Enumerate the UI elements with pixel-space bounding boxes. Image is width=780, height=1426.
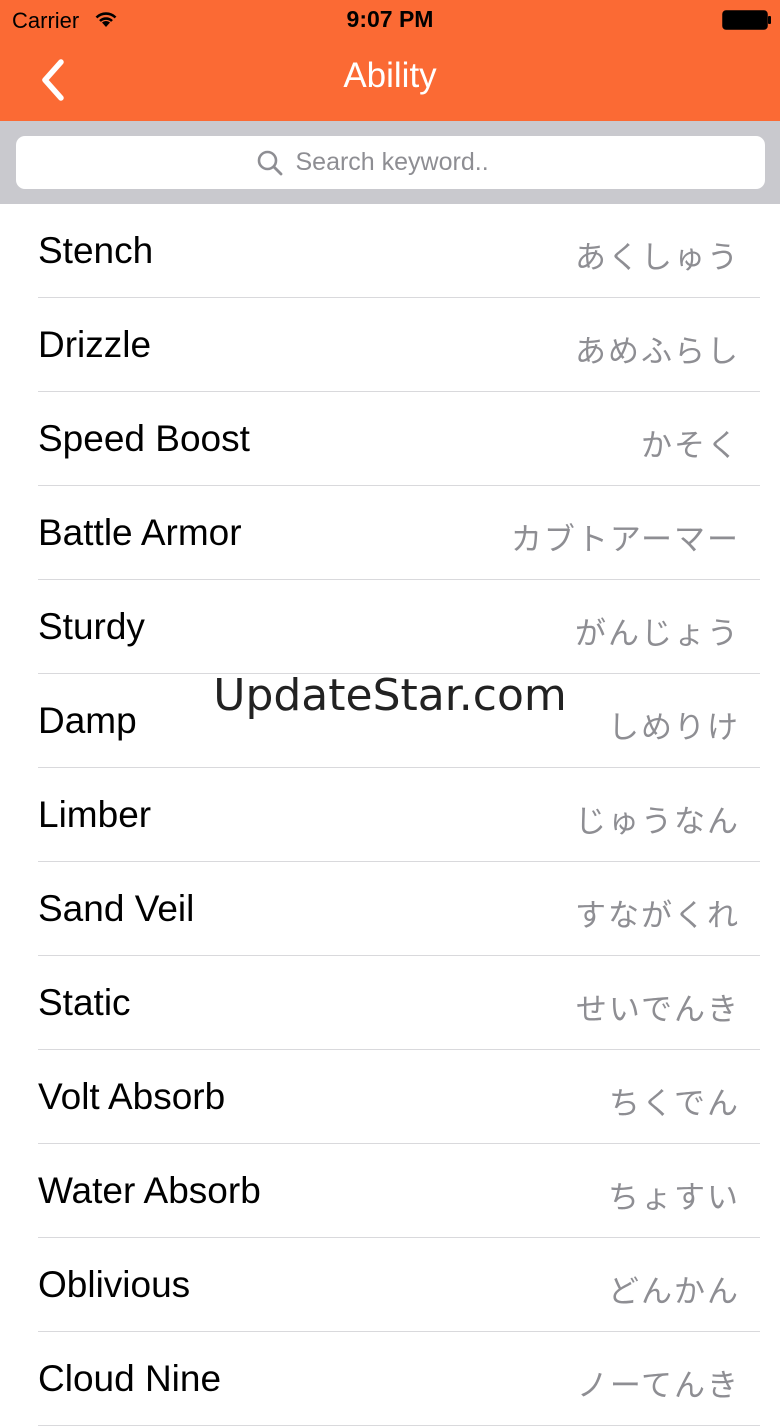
ability-name: Stench bbox=[38, 230, 154, 271]
ability-list: Stench あくしゅう Drizzle あめふらし Speed Boost か… bbox=[0, 204, 780, 1426]
ability-name: Water Absorb bbox=[38, 1170, 261, 1211]
search-icon bbox=[257, 150, 282, 175]
list-item[interactable]: Water Absorb ちょすい bbox=[0, 1144, 780, 1238]
list-item[interactable]: Sturdy がんじょう bbox=[0, 580, 780, 674]
nav-bar: Ability bbox=[0, 40, 780, 121]
header: Carrier 9:07 PM Ability bbox=[0, 0, 780, 121]
ability-kana: どんかん bbox=[608, 1274, 740, 1310]
ability-kana: あくしゅう bbox=[575, 240, 740, 276]
ability-name: Battle Armor bbox=[38, 512, 242, 553]
ability-name: Limber bbox=[38, 794, 152, 835]
ability-name: Sturdy bbox=[38, 606, 145, 647]
ability-kana: ちょすい bbox=[608, 1180, 740, 1216]
status-time: 9:07 PM bbox=[346, 6, 434, 32]
search-input[interactable] bbox=[295, 148, 526, 177]
ability-kana: がんじょう bbox=[575, 616, 740, 652]
ability-name: Oblivious bbox=[38, 1264, 191, 1305]
ability-name: Volt Absorb bbox=[38, 1076, 226, 1117]
status-bar: Carrier 9:07 PM bbox=[0, 0, 780, 40]
ability-kana: ちくでん bbox=[608, 1086, 740, 1122]
ability-name: Speed Boost bbox=[38, 418, 250, 459]
ability-name: Static bbox=[38, 982, 131, 1023]
ability-kana: しめりけ bbox=[608, 710, 740, 746]
list-item[interactable]: Drizzle あめふらし bbox=[0, 298, 780, 392]
list-item[interactable]: Battle Armor カブトアーマー bbox=[0, 486, 780, 580]
ability-kana: すながくれ bbox=[575, 898, 740, 934]
list-item[interactable]: Oblivious どんかん bbox=[0, 1238, 780, 1332]
list-item[interactable]: Sand Veil すながくれ bbox=[0, 862, 780, 956]
battery-icon bbox=[722, 10, 771, 30]
list-item[interactable]: Stench あくしゅう bbox=[0, 204, 780, 298]
list-item[interactable]: Speed Boost かそく bbox=[0, 392, 780, 486]
search-box[interactable] bbox=[16, 136, 765, 189]
ability-kana: カブトアーマー bbox=[510, 522, 740, 558]
list-item[interactable]: Limber じゅうなん bbox=[0, 768, 780, 862]
ability-name: Cloud Nine bbox=[38, 1358, 222, 1399]
search-bar bbox=[0, 121, 780, 204]
list-item[interactable]: Damp しめりけ bbox=[0, 674, 780, 768]
ability-kana: あめふらし bbox=[575, 334, 740, 370]
ability-name: Drizzle bbox=[38, 324, 152, 365]
ability-kana: かそく bbox=[641, 428, 740, 464]
ability-name: Sand Veil bbox=[38, 888, 195, 929]
list-item[interactable]: Static せいでんき bbox=[0, 956, 780, 1050]
ability-name: Damp bbox=[38, 700, 137, 741]
ability-kana: せいでんき bbox=[575, 992, 740, 1028]
ability-kana: ノーてんき bbox=[576, 1368, 740, 1404]
list-item[interactable]: Cloud Nine ノーてんき bbox=[0, 1332, 780, 1426]
ability-kana: じゅうなん bbox=[575, 804, 740, 840]
list-item[interactable]: Volt Absorb ちくでん bbox=[0, 1050, 780, 1144]
page-title: Ability bbox=[343, 56, 437, 95]
